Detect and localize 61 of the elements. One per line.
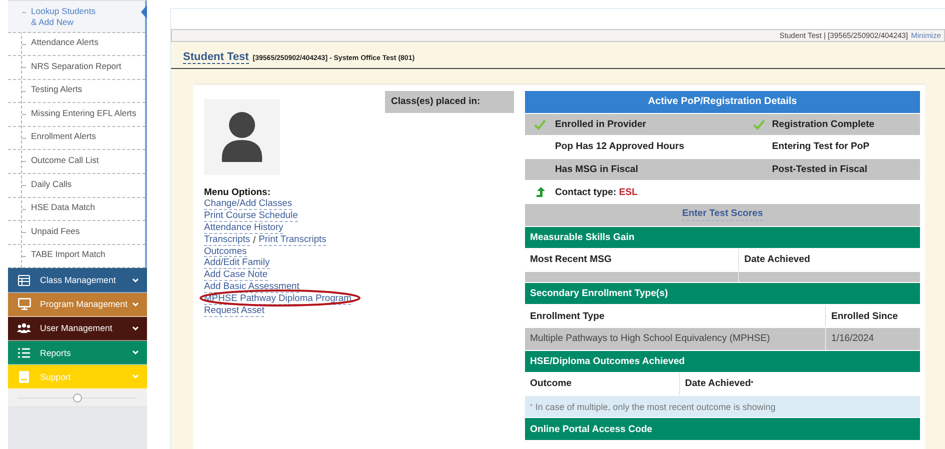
column-header: Date Achieved	[738, 249, 920, 271]
sidebar-item[interactable]: Testing Alerts	[8, 80, 145, 104]
sidebar-item[interactable]: Lookup Students & Add New	[8, 1, 145, 32]
menu-option-link[interactable]: Add Case Note	[204, 269, 268, 282]
chevron-down-icon	[132, 326, 139, 331]
section-header: Secondary Enrollment Type(s)	[525, 282, 920, 306]
status-label: Has MSG in Fiscal	[555, 164, 640, 176]
menu-option-link[interactable]: Print Transcripts	[258, 234, 326, 246]
menu-option-link[interactable]: Attendance History	[204, 222, 284, 234]
sidebar-item[interactable]: Enrollment Alerts	[8, 126, 145, 150]
column-header: Most Recent MSG	[529, 253, 613, 268]
status-label: Entering Test for PoP	[772, 141, 870, 152]
menu-section-button[interactable]: Reports	[8, 341, 147, 366]
menu-option-link[interactable]: Change/Add Classes	[204, 198, 292, 210]
sidebar-item[interactable]: Attendance Alerts	[8, 32, 145, 56]
menu-option-link[interactable]: Request Asset	[204, 305, 264, 317]
classes-placed-heading: Class(es) placed in:	[385, 91, 514, 113]
status-label: Enrolled in Provider	[555, 118, 648, 130]
sidebar-item[interactable]: Unpaid Fees	[8, 221, 145, 245]
arrow-up-icon	[536, 186, 544, 198]
menu-section-button[interactable]: Class Management	[8, 268, 147, 293]
monitor-icon	[18, 298, 30, 310]
table-icon	[18, 274, 30, 286]
separator-text: /	[253, 234, 256, 246]
person-silhouette-icon	[220, 112, 264, 162]
status-label: Registration Complete	[772, 118, 876, 130]
contact-type-text: Contact type: ESL	[555, 186, 639, 198]
list-icon	[18, 348, 30, 358]
table-cell: 1/16/2024	[825, 328, 920, 350]
column-header: Date Achieved$^{*}$	[679, 373, 920, 395]
users-icon	[17, 323, 31, 334]
sidebar-item[interactable]: Daily Calls	[8, 174, 145, 198]
column-header: Outcome	[529, 377, 573, 392]
menu-section-button[interactable]: User Management	[8, 316, 147, 341]
chevron-down-icon	[132, 278, 139, 283]
sidebar-item[interactable]: Missing Entering EFL Alerts	[8, 103, 145, 127]
menu-option-link[interactable]: Print Course Schedule	[204, 210, 298, 222]
menu-option-link[interactable]: Add/Edit Family	[204, 257, 270, 270]
status-label: Pop Has 12 Approved Hours	[555, 141, 686, 152]
section-header: Measurable Skills Gain	[525, 226, 920, 250]
chevron-down-icon	[132, 350, 139, 356]
sidebar-item[interactable]: Outcome Call List	[8, 150, 145, 174]
menu-options-heading: Menu Options:	[204, 187, 272, 198]
section-header: Online Portal Access Code	[525, 418, 920, 441]
sidebar-item[interactable]: NRS Separation Report	[8, 56, 145, 80]
footnote-text: $^{*}$ In case of multiple, only the most recent outcome is showing	[525, 396, 920, 418]
registration-details-header: Active PoP/Registration Details	[525, 91, 920, 114]
book-icon	[19, 370, 29, 383]
menu-option-link[interactable]: Transcripts	[204, 234, 250, 246]
column-header: Enrolled Since	[825, 305, 920, 327]
column-header: Enrollment Type	[529, 310, 606, 324]
section-header: HSE/Diploma Outcomes Achieved	[525, 350, 920, 374]
chevron-down-icon	[132, 374, 139, 380]
table-cell-text: Multiple Pathways to High School Equivalency (MPHSE)	[529, 332, 771, 346]
enter-test-scores-link[interactable]: Enter Test Scores	[682, 209, 763, 221]
status-label: Post-Tested in Fiscal	[772, 164, 868, 176]
sidebar-item[interactable]: HSE Data Match	[8, 198, 145, 222]
menu-option-link[interactable]: Outcomes	[204, 246, 247, 258]
menu-option-link[interactable]: Add Basic Assessment	[204, 281, 300, 294]
chevron-down-icon	[132, 302, 139, 307]
student-name-link[interactable]: Student Test	[183, 51, 249, 64]
